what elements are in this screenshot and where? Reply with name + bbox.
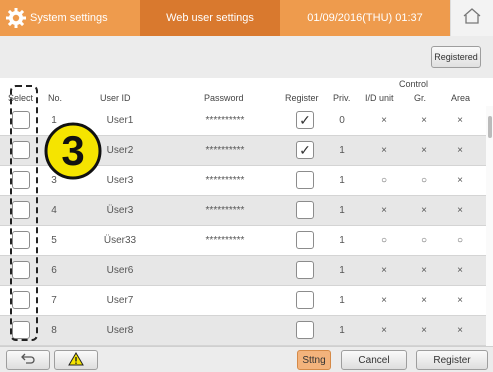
- register-checkbox[interactable]: [296, 201, 314, 219]
- register-checkbox[interactable]: [296, 321, 314, 339]
- datetime-display: 01/09/2016(THU) 01:37: [280, 0, 450, 36]
- table-row: 4 Üser3 ********** 1 × × ×: [0, 196, 486, 226]
- system-settings-tab[interactable]: System settings: [0, 0, 140, 36]
- title-bar: System settings Web user settings 01/09/…: [0, 0, 493, 36]
- register-checkbox[interactable]: [296, 171, 314, 189]
- row-area: ×: [457, 265, 463, 276]
- col-no: No.: [48, 93, 63, 103]
- scrollbar-thumb[interactable]: [488, 116, 492, 138]
- row-password: **********: [205, 115, 245, 126]
- row-gr: ×: [421, 205, 427, 216]
- col-gr: Gr.: [414, 93, 427, 103]
- row-priv: 1: [339, 235, 345, 246]
- row-idu: ×: [381, 265, 387, 276]
- row-area: ○: [456, 235, 464, 246]
- register-checkbox[interactable]: [296, 231, 314, 249]
- register-checkbox[interactable]: [296, 261, 314, 279]
- row-area: ×: [457, 115, 463, 126]
- register-button[interactable]: Register: [416, 350, 488, 370]
- select-column-highlight: [10, 85, 38, 341]
- col-idu: I/D unit: [365, 93, 394, 103]
- row-password: **********: [205, 205, 245, 216]
- row-priv: 1: [339, 325, 345, 336]
- row-gr: ×: [421, 295, 427, 306]
- row-priv: 1: [339, 145, 345, 156]
- row-no: 7: [51, 295, 57, 306]
- register-checkbox[interactable]: ✓: [296, 111, 314, 129]
- home-icon: [462, 7, 482, 30]
- row-idu: ×: [381, 205, 387, 216]
- footer-bar: Sttng Cancel Register: [0, 346, 493, 372]
- col-register: Register: [285, 93, 319, 103]
- row-idu: ×: [381, 295, 387, 306]
- row-password: **********: [205, 235, 245, 246]
- row-area: ×: [457, 145, 463, 156]
- row-no: 8: [51, 325, 57, 336]
- back-arrow-icon: [20, 352, 36, 369]
- back-button[interactable]: [6, 350, 50, 370]
- row-idu: ○: [380, 235, 388, 246]
- row-user-id: User8: [106, 325, 134, 336]
- row-user-id: User6: [106, 265, 134, 276]
- datetime-text: 01/09/2016(THU) 01:37: [307, 12, 423, 24]
- row-password: **********: [205, 145, 245, 156]
- col-area: Area: [451, 93, 471, 103]
- row-gr: ×: [421, 145, 427, 156]
- warning-button[interactable]: [54, 350, 98, 370]
- row-password: [180, 316, 270, 345]
- row-idu: ×: [381, 115, 387, 126]
- row-no: 4: [51, 205, 57, 216]
- col-password: Password: [204, 93, 244, 103]
- page-title: Web user settings: [166, 12, 254, 24]
- registered-button[interactable]: Registered: [431, 46, 481, 68]
- table-row: 7 User7 1 × × ×: [0, 286, 486, 316]
- row-priv: 1: [339, 265, 345, 276]
- row-gr: ○: [420, 175, 428, 186]
- col-user-id: User ID: [100, 93, 131, 103]
- row-password: **********: [205, 175, 245, 186]
- row-user-id: Üser33: [103, 235, 137, 246]
- row-gr: ×: [421, 115, 427, 126]
- col-control-group: Control: [399, 79, 429, 89]
- cancel-button[interactable]: Cancel: [341, 350, 407, 370]
- table-row: 8 User8 1 × × ×: [0, 316, 486, 346]
- row-no: 6: [51, 265, 57, 276]
- col-priv: Priv.: [333, 93, 351, 103]
- row-area: ×: [457, 325, 463, 336]
- row-priv: 0: [339, 115, 345, 126]
- register-checkbox[interactable]: ✓: [296, 141, 314, 159]
- row-gr: ○: [420, 235, 428, 246]
- row-password: [180, 256, 270, 285]
- row-priv: 1: [339, 175, 345, 186]
- toolbar: Registered: [0, 36, 493, 78]
- row-user-id: User7: [106, 295, 134, 306]
- scrollbar[interactable]: [486, 106, 493, 346]
- step-number: 3: [61, 127, 85, 174]
- table-header: Control Select No. User ID Password Regi…: [0, 78, 493, 107]
- step-callout: 3: [42, 120, 104, 182]
- row-area: ×: [457, 205, 463, 216]
- register-checkbox[interactable]: [296, 291, 314, 309]
- gear-icon: [2, 0, 30, 36]
- table-row: 5 Üser33 ********** 1 ○ ○ ○: [0, 226, 486, 256]
- row-area: ×: [457, 175, 463, 186]
- row-idu: ×: [381, 325, 387, 336]
- home-button[interactable]: [450, 0, 493, 36]
- system-settings-label: System settings: [30, 12, 108, 24]
- row-gr: ×: [421, 325, 427, 336]
- table-row: 6 User6 1 × × ×: [0, 256, 486, 286]
- row-area: ×: [457, 295, 463, 306]
- warning-icon: [68, 351, 84, 369]
- row-idu: ×: [381, 145, 387, 156]
- web-user-settings-tab: Web user settings: [140, 0, 280, 36]
- row-idu: ○: [380, 175, 388, 186]
- row-priv: 1: [339, 295, 345, 306]
- row-gr: ×: [421, 265, 427, 276]
- sttng-button[interactable]: Sttng: [297, 350, 331, 370]
- row-password: [180, 286, 270, 315]
- row-user-id: Üser3: [106, 205, 134, 216]
- row-no: 5: [51, 235, 57, 246]
- row-priv: 1: [339, 205, 345, 216]
